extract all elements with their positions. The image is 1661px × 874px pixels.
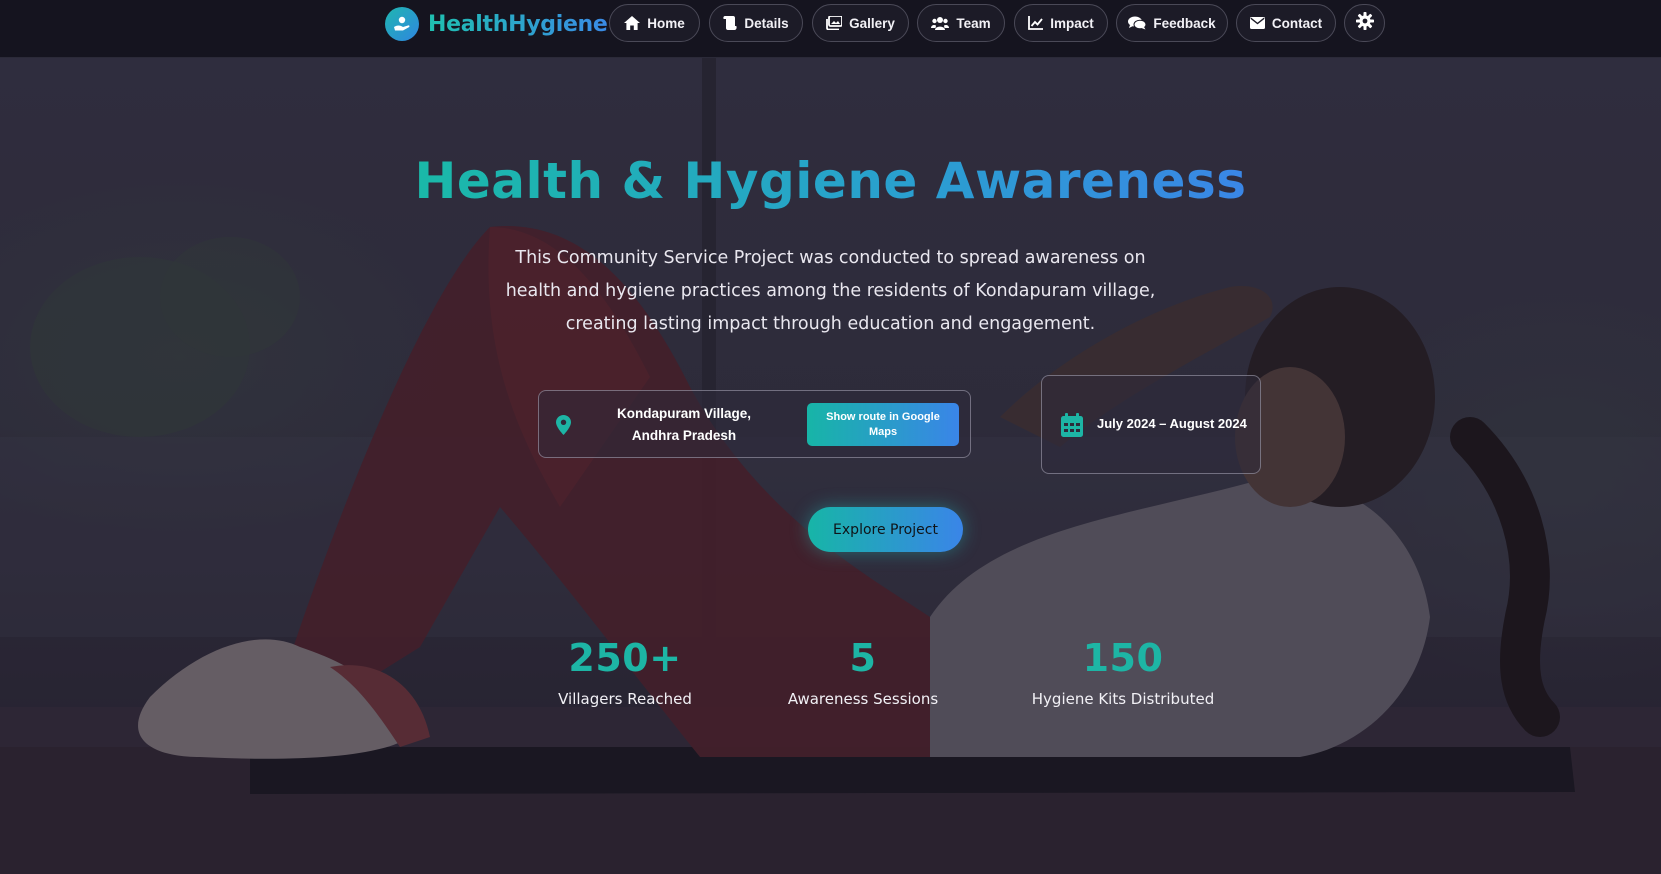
stat-hygiene-kits: 150 Hygiene Kits Distributed	[1013, 628, 1233, 708]
nav-gallery-label: Gallery	[849, 15, 895, 31]
brand-name: HealthHygiene	[428, 11, 608, 37]
calendar-icon	[1061, 413, 1083, 441]
nav-gallery[interactable]: Gallery	[812, 4, 909, 42]
hand-holding-heart-icon	[385, 7, 419, 41]
nav-home-label: Home	[647, 15, 685, 31]
nav-impact-label: Impact	[1050, 15, 1094, 31]
nav-contact-label: Contact	[1271, 15, 1323, 31]
nav-home[interactable]: Home	[609, 4, 700, 42]
nav-feedback-label: Feedback	[1153, 15, 1216, 31]
date-range-text: July 2024 – August 2024	[1097, 416, 1247, 431]
nav-details[interactable]: Details	[709, 4, 803, 42]
stat-awareness-sessions: 5 Awareness Sessions	[753, 628, 973, 708]
brand-logo[interactable]: HealthHygiene	[385, 6, 608, 42]
chart-line-icon	[1028, 16, 1044, 30]
hero-description: This Community Service Project was condu…	[505, 248, 1156, 334]
comments-icon	[1128, 16, 1147, 30]
stat-label: Awareness Sessions	[787, 690, 939, 708]
images-icon	[826, 16, 843, 30]
gear-icon	[1355, 12, 1374, 34]
nav-impact[interactable]: Impact	[1014, 4, 1108, 42]
navbar: HealthHygiene Home Details Gallery Team	[0, 0, 1661, 58]
date-card: July 2024 – August 2024	[1041, 375, 1261, 474]
location-text: Kondapuram Village, Andhra Pradesh	[616, 406, 752, 443]
scroll-icon	[723, 16, 737, 30]
hero-title: Health & Hygiene Awareness	[414, 152, 1247, 210]
nav-feedback[interactable]: Feedback	[1116, 4, 1228, 42]
users-icon	[931, 16, 950, 30]
map-pin-icon	[556, 415, 571, 439]
nav-team[interactable]: Team	[917, 4, 1005, 42]
nav-contact[interactable]: Contact	[1236, 4, 1336, 42]
stat-label: Villagers Reached	[558, 690, 692, 708]
nav-team-label: Team	[956, 15, 991, 31]
envelope-icon	[1249, 17, 1265, 29]
settings-button[interactable]	[1344, 4, 1385, 42]
location-card: Kondapuram Village, Andhra Pradesh Show …	[538, 390, 971, 458]
stat-label: Hygiene Kits Distributed	[1031, 690, 1215, 708]
stat-value: 250+	[568, 636, 682, 680]
explore-project-button[interactable]: Explore Project	[808, 507, 963, 552]
nav-details-label: Details	[744, 15, 789, 31]
stat-value: 150	[1082, 636, 1164, 680]
stat-villagers-reached: 250+ Villagers Reached	[515, 628, 735, 708]
stat-value: 5	[849, 636, 877, 680]
home-icon	[624, 16, 641, 30]
google-maps-route-button[interactable]: Show route in Google Maps	[807, 403, 959, 446]
